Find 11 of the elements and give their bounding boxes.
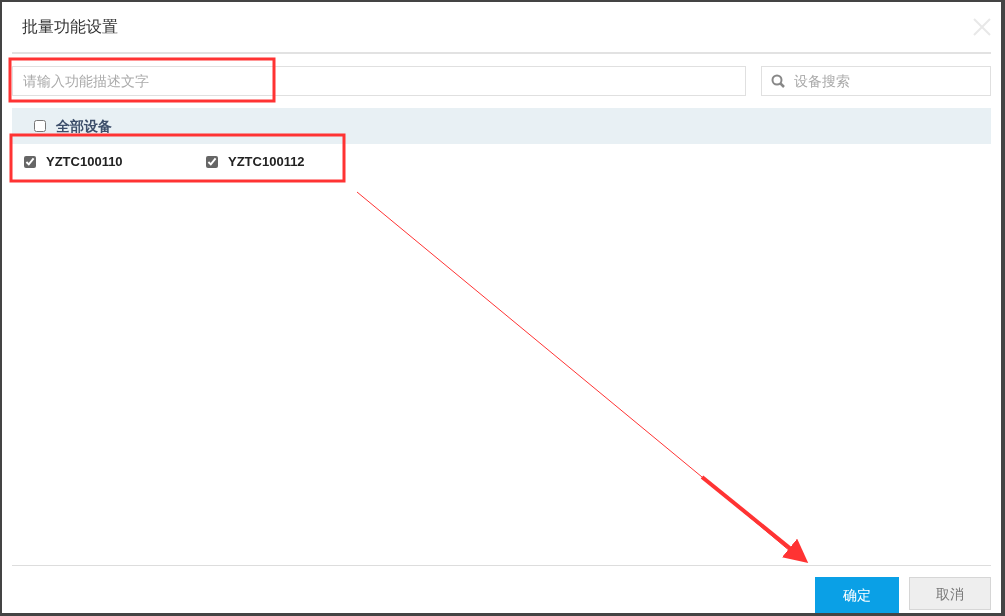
all-devices-label: 全部设备 <box>56 116 112 136</box>
cancel-button[interactable]: 取消 <box>909 577 991 610</box>
search-field[interactable]: 设备搜索 <box>761 66 991 96</box>
device-label: YZTC100112 <box>228 153 305 171</box>
checkbox[interactable] <box>206 155 218 168</box>
description-field[interactable]: 请输入功能描述文字 <box>12 66 746 96</box>
device-label: YZTC100110 <box>46 153 123 171</box>
confirm-button[interactable]: 确定 <box>815 577 899 613</box>
dialog-title: 批量功能设置 <box>22 17 118 37</box>
checkbox[interactable] <box>34 120 46 132</box>
checkbox[interactable] <box>24 155 36 168</box>
